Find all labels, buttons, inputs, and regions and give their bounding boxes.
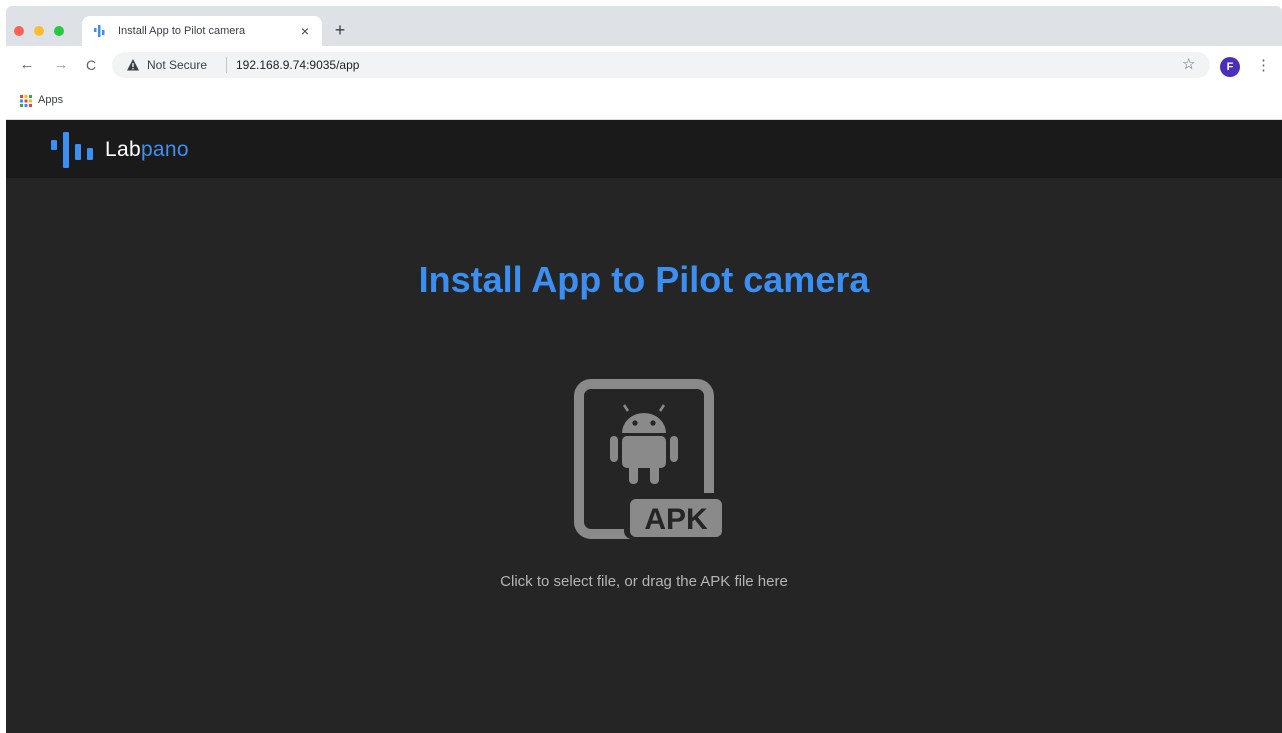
warning-triangle-icon[interactable] — [126, 58, 140, 72]
tab-strip: Install App to Pilot camera × + — [6, 6, 1282, 46]
android-apk-file-icon: APK — [574, 379, 724, 539]
upload-hint-text[interactable]: Click to select file, or drag the APK fi… — [426, 573, 862, 590]
bookmark-star-icon[interactable]: ☆ — [1182, 55, 1195, 73]
address-bar-divider — [226, 57, 227, 73]
security-status-label[interactable]: Not Secure — [147, 58, 207, 72]
apps-bookmark-label[interactable]: Apps — [38, 94, 63, 106]
logo-text-pano: pano — [140, 138, 189, 161]
browser-menu-icon[interactable]: ⋮ — [1256, 56, 1271, 74]
profile-avatar[interactable]: F — [1220, 57, 1240, 77]
page-content: Labpano Install App to Pilot camera APK … — [6, 120, 1282, 733]
address-bar[interactable]: Not Secure 192.168.9.74:9035/app ☆ — [112, 52, 1210, 78]
labpano-logo-text[interactable]: Labpano — [105, 138, 189, 162]
close-window-button[interactable] — [14, 26, 24, 36]
apk-badge-label: APK — [644, 503, 708, 536]
maximize-window-button[interactable] — [54, 26, 64, 36]
browser-window: Install App to Pilot camera × + ← → C No… — [6, 6, 1282, 733]
labpano-logo-icon[interactable] — [51, 130, 99, 170]
tab-title: Install App to Pilot camera — [118, 25, 246, 37]
tab-install-app[interactable]: Install App to Pilot camera × — [82, 16, 322, 46]
site-header: Labpano — [6, 120, 1282, 178]
forward-arrow-icon[interactable]: → — [50, 54, 72, 76]
logo-text-lab: Lab — [105, 138, 141, 161]
url-text[interactable]: 192.168.9.74:9035/app — [236, 58, 359, 72]
minimize-window-button[interactable] — [34, 26, 44, 36]
page-title: Install App to Pilot camera — [418, 259, 870, 300]
tab-close-icon[interactable]: × — [296, 22, 314, 40]
apps-grid-icon[interactable] — [20, 95, 32, 107]
reload-icon[interactable]: C — [80, 54, 102, 76]
browser-toolbar: ← → C Not Secure 192.168.9.74:9035/app ☆… — [6, 46, 1282, 82]
apk-upload-dropzone[interactable]: APK Click to select file, or drag the AP… — [426, 370, 862, 600]
new-tab-button[interactable]: + — [330, 20, 350, 40]
bookmarks-bar: Apps — [6, 82, 1282, 120]
back-arrow-icon[interactable]: ← — [16, 54, 38, 76]
labpano-favicon-icon — [94, 25, 105, 37]
